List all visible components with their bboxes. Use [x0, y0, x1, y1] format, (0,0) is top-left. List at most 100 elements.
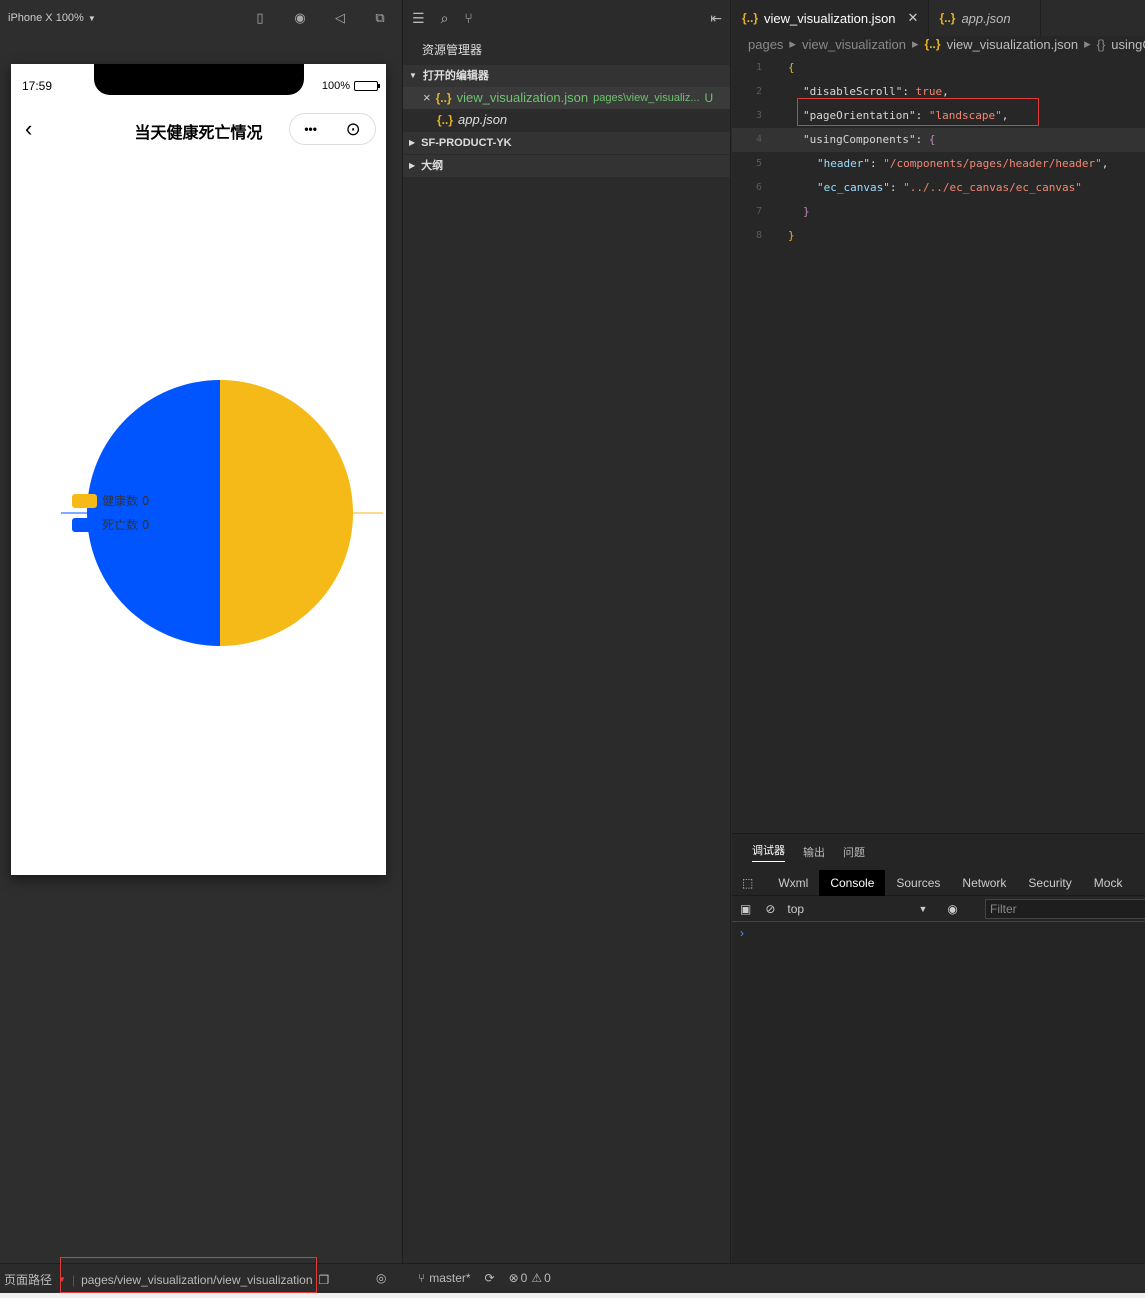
- close-icon[interactable]: ✕: [908, 10, 919, 26]
- status-bar: 页面路径 ▼ | pages/view_visualization/view_v…: [0, 1257, 1145, 1293]
- collapse-icon[interactable]: ⇤: [710, 10, 722, 27]
- filter-input[interactable]: Filter: [985, 899, 1145, 919]
- warning-icon[interactable]: ⚠: [531, 1271, 542, 1285]
- branch-icon[interactable]: ⑂: [464, 10, 472, 26]
- window-icon[interactable]: ⧉: [371, 9, 389, 27]
- phone-icon[interactable]: ▯: [251, 9, 269, 27]
- record-icon[interactable]: ◉: [291, 9, 309, 27]
- code-line: 5 "header": "/components/pages/header/hea…: [755, 157, 1109, 170]
- battery-percent: 100%: [321, 80, 350, 92]
- json-key: "disableScroll": [803, 85, 903, 98]
- code-line: 1{: [732, 56, 1145, 80]
- tab-output[interactable]: 输出: [803, 844, 825, 860]
- code-line: 6 "ec_canvas": "../../ec_canvas/ec_canvas…: [755, 181, 1082, 194]
- json-file-icon: {..}: [924, 37, 941, 51]
- tab-debugger[interactable]: 调试器: [752, 842, 785, 862]
- outline-section[interactable]: ▶ 大纲: [403, 155, 730, 177]
- open-file-view-visualization[interactable]: × {..} view_visualization.json pages\vie…: [403, 87, 730, 109]
- breadcrumb-item[interactable]: view_visualization.json: [947, 37, 1079, 52]
- pie-slice-healthy[interactable]: [220, 380, 353, 646]
- warning-count: 0: [544, 1271, 551, 1285]
- search-icon[interactable]: ⌕: [441, 10, 449, 27]
- devtools-tabs: ⬚ Wxml Console Sources Network Security …: [732, 869, 1145, 896]
- json-file-icon: {..}: [437, 113, 454, 127]
- chevron-right-icon: ▸: [1084, 36, 1091, 51]
- highlight-box: [797, 98, 1039, 126]
- json-file-icon: {..}: [742, 11, 759, 25]
- object-icon: {}: [1096, 36, 1106, 52]
- ide-window: iPhone X 100% ▼ ▯ ◉ ◁ ⧉ 17:59 100% ‹ 当天健…: [0, 0, 1145, 1298]
- open-editors-section[interactable]: ▼ 打开的编辑器: [403, 65, 730, 87]
- console-toolbar: ▣ ⊘ top ▼ ◉ Filter: [732, 896, 1145, 922]
- error-count: 0: [520, 1271, 528, 1285]
- simulator-pane: iPhone X 100% ▼ ▯ ◉ ◁ ⧉ 17:59 100% ‹ 当天健…: [0, 0, 401, 1263]
- tab-mock[interactable]: Mock: [1083, 870, 1134, 896]
- caret-right-icon: ▶: [409, 161, 416, 170]
- code-area[interactable]: 1{ 2 "disableScroll": true, 3 "pageOrienta…: [732, 56, 1145, 248]
- explorer-toolbar: ☰ ⌕ ⑂ ⇤: [403, 0, 730, 36]
- code-text: }: [803, 205, 810, 218]
- eye-icon[interactable]: ◉: [947, 902, 957, 916]
- debugger-panel: 调试器 输出 问题 ⬚ Wxml Console Sources Network…: [732, 833, 1145, 1263]
- code-line: 7}: [732, 200, 1145, 224]
- code-text: {: [788, 61, 795, 74]
- explorer-title: 资源管理器: [422, 43, 483, 57]
- tab-app-json[interactable]: {..} app.json: [929, 0, 1042, 36]
- device-select[interactable]: iPhone X 100% ▼: [8, 12, 96, 24]
- breadcrumb-item[interactable]: view_visualization: [802, 37, 906, 52]
- route-label: 页面路径: [4, 1273, 53, 1287]
- open-file-app-json[interactable]: {..} app.json: [403, 109, 730, 131]
- speaker-icon[interactable]: ◁: [331, 9, 349, 27]
- inspect-icon[interactable]: ⬚: [732, 870, 767, 896]
- tab-console[interactable]: Console: [819, 869, 886, 896]
- code-line: 4 "usingComponents": {: [732, 128, 1145, 152]
- list-icon[interactable]: ☰: [412, 10, 425, 27]
- explorer-pane: ☰ ⌕ ⑂ ⇤ 资源管理器 ▼ 打开的编辑器 × {..} view_visua…: [402, 0, 731, 1263]
- code-text: }: [788, 229, 795, 242]
- device-label: iPhone X 100%: [8, 12, 84, 24]
- tab-sources[interactable]: Sources: [885, 870, 951, 896]
- pie-chart-area: 健康数 0 死亡数 0: [11, 364, 386, 664]
- file-path: pages\view_visualiz...: [593, 92, 700, 104]
- json-key: "header": [817, 157, 870, 170]
- sync-icon[interactable]: ⟳: [485, 1271, 495, 1285]
- breadcrumb-item[interactable]: usingCo: [1111, 37, 1145, 52]
- branch-name[interactable]: master*: [429, 1271, 470, 1285]
- editor-tabs: {..} view_visualization.json ✕ {..} app.…: [732, 0, 1145, 36]
- tab-view-visualization-json[interactable]: {..} view_visualization.json ✕: [732, 0, 930, 36]
- console-prompt[interactable]: ›: [732, 926, 1145, 940]
- breadcrumb-item[interactable]: pages: [748, 37, 783, 52]
- tab-security[interactable]: Security: [1017, 870, 1082, 896]
- eye-icon[interactable]: ◎: [376, 1271, 386, 1285]
- error-icon[interactable]: ⊗: [509, 1271, 519, 1285]
- capsule-menu: ••• ⊙: [289, 113, 376, 145]
- legend-label[interactable]: 健康数 0: [102, 493, 149, 508]
- tab-network[interactable]: Network: [951, 870, 1017, 896]
- legend-label[interactable]: 死亡数 0: [102, 517, 149, 532]
- simulator-tools: ▯ ◉ ◁ ⧉: [251, 9, 389, 27]
- project-section[interactable]: ▶ SF-PRODUCT-YK: [403, 132, 730, 154]
- tab-label: app.json: [961, 10, 1011, 26]
- phone-screen: 17:59 100% ‹ 当天健康死亡情况 ••• ⊙ 健康数 0 死亡数 0: [11, 64, 386, 875]
- copy-icon[interactable]: ❐: [319, 1273, 330, 1287]
- breadcrumb: pages ▸ view_visualization ▸ {..} view_v…: [732, 34, 1145, 54]
- capsule-close-icon[interactable]: ⊙: [346, 119, 361, 140]
- code-line: 8}: [732, 224, 1145, 248]
- branch-icon: ⑂: [418, 1271, 426, 1285]
- legend-swatch[interactable]: [72, 494, 97, 508]
- clear-console-icon[interactable]: ⊘: [765, 902, 775, 916]
- pie-slice-death[interactable]: [87, 380, 220, 646]
- context-select[interactable]: top ▼: [787, 902, 927, 916]
- legend-swatch[interactable]: [72, 518, 97, 532]
- status-battery: 100%: [321, 80, 380, 92]
- phone-notch: [94, 64, 304, 95]
- caret-down-icon: ▼: [409, 71, 417, 80]
- chevron-down-icon: ▼: [87, 13, 96, 23]
- tab-problems[interactable]: 问题: [843, 844, 865, 860]
- file-name: app.json: [458, 112, 508, 127]
- close-icon[interactable]: ×: [423, 87, 431, 109]
- json-key: "ec_canvas": [817, 181, 890, 194]
- sidebar-toggle-icon[interactable]: ▣: [740, 902, 751, 916]
- tab-wxml[interactable]: Wxml: [767, 870, 819, 896]
- more-icon[interactable]: •••: [304, 122, 317, 136]
